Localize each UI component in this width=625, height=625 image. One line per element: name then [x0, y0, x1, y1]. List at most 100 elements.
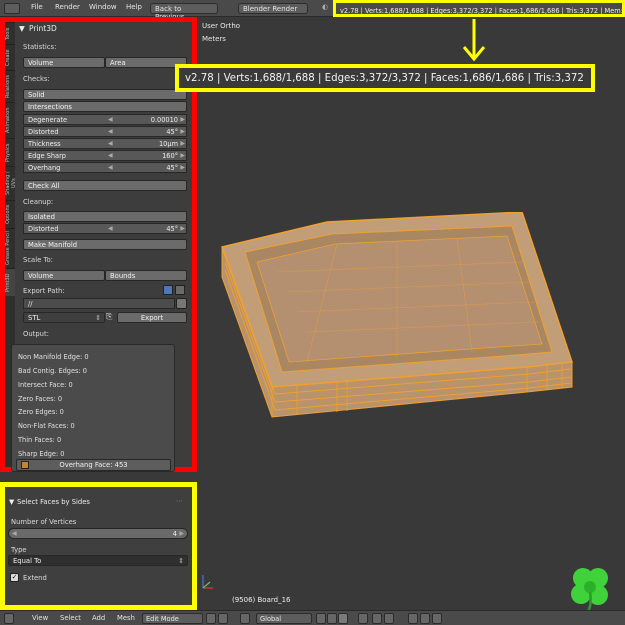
- output-label: Output:: [23, 330, 49, 338]
- mode-dropdown[interactable]: Edit Mode: [142, 613, 203, 624]
- menu-help[interactable]: Help: [126, 3, 142, 11]
- camera-icon[interactable]: [432, 613, 442, 624]
- overhang-field[interactable]: Overhang ◀ 45° ▶: [23, 162, 187, 173]
- increment-arrow-icon[interactable]: ▶: [180, 140, 185, 147]
- decrement-arrow-icon[interactable]: ◀: [12, 530, 17, 537]
- menu-add[interactable]: Add: [92, 614, 105, 622]
- increment-arrow-icon[interactable]: ▶: [180, 128, 185, 135]
- extend-checkbox[interactable]: ✓: [10, 573, 19, 582]
- thickness-field[interactable]: Thickness ◀ 10µm ▶: [23, 138, 187, 149]
- menu-select[interactable]: Select: [60, 614, 81, 622]
- 3d-viewport[interactable]: User Ortho Meters v2.78 | Verts:1,688/1,…: [175, 17, 625, 613]
- edge-select-icon[interactable]: [327, 613, 337, 624]
- tab-shading-uvs[interactable]: Shading / UVs: [5, 166, 17, 200]
- cleanup-label: Cleanup:: [23, 198, 54, 206]
- output-box: Non Manifold Edge: 0 Bad Contig. Edges: …: [11, 344, 175, 472]
- output-line: Bad Contig. Edges: 0: [18, 367, 87, 375]
- type-label: Type: [11, 546, 27, 554]
- menu-file[interactable]: File: [31, 3, 43, 11]
- format-dropdown[interactable]: STL ⇕: [23, 312, 105, 323]
- extend-label: Extend: [23, 574, 47, 582]
- tab-physics[interactable]: Physics: [5, 138, 15, 166]
- output-line: Thin Faces: 0: [18, 436, 62, 444]
- editor-type-icon[interactable]: [4, 3, 20, 14]
- tab-tools[interactable]: Tools: [5, 22, 15, 44]
- manipulator-icon[interactable]: [240, 613, 250, 624]
- check-params: Degenerate ◀ 0.00010 ▶ Distorted ◀ 45° ▶…: [23, 114, 187, 174]
- output-line: Non-Flat Faces: 0: [18, 422, 75, 430]
- decrement-arrow-icon[interactable]: ◀: [108, 116, 113, 123]
- scale-bounds-button[interactable]: Bounds: [105, 270, 187, 281]
- distorted-cleanup-field[interactable]: Distorted ◀ 45° ▶: [23, 223, 187, 234]
- solid-check-button[interactable]: Solid: [23, 89, 187, 100]
- viewport-shading-icon[interactable]: [206, 613, 216, 624]
- tab-animation[interactable]: Animation: [5, 102, 15, 138]
- mesh-model[interactable]: [217, 212, 577, 442]
- isolated-cleanup-button[interactable]: Isolated: [23, 211, 187, 222]
- decrement-arrow-icon[interactable]: ◀: [108, 128, 113, 135]
- scale-to-label: Scale To:: [23, 256, 53, 264]
- panel-collapse-icon[interactable]: ▼: [19, 24, 25, 33]
- proportional-edit-icon[interactable]: [358, 613, 368, 624]
- menu-render[interactable]: Render: [55, 3, 80, 11]
- tab-create[interactable]: Create: [5, 44, 15, 70]
- checks-label: Checks:: [23, 75, 50, 83]
- layers-icon[interactable]: [408, 613, 418, 624]
- type-dropdown[interactable]: Equal To ⇕: [8, 555, 188, 566]
- tab-options[interactable]: Options: [5, 200, 15, 228]
- pivot-point-icon[interactable]: [218, 613, 228, 624]
- export-path-input[interactable]: //: [23, 298, 175, 309]
- increment-arrow-icon[interactable]: ▶: [180, 164, 185, 171]
- editor-type-icon[interactable]: [4, 613, 14, 624]
- scene-stats: v2.78 | Verts:1,688/1,688 | Edges:3,372/…: [333, 0, 625, 17]
- decrement-arrow-icon[interactable]: ◀: [108, 225, 113, 232]
- operator-collapse-icon[interactable]: ▼: [9, 498, 14, 506]
- tab-grease-pencil[interactable]: Grease Pencil: [5, 228, 15, 268]
- increment-arrow-icon[interactable]: ▶: [180, 116, 185, 123]
- distorted-field[interactable]: Distorted ◀ 45° ▶: [23, 126, 187, 137]
- back-to-previous-button[interactable]: Back to Previous: [150, 3, 218, 21]
- dropdown-arrows-icon: ⇕: [178, 557, 184, 565]
- dropdown-arrows-icon: ⇕: [95, 314, 101, 322]
- tab-print3d[interactable]: Print3D: [5, 268, 15, 296]
- make-manifold-button[interactable]: Make Manifold: [23, 239, 187, 250]
- degenerate-field[interactable]: Degenerate ◀ 0.00010 ▶: [23, 114, 187, 125]
- tab-relations[interactable]: Relations: [5, 70, 15, 102]
- vertex-select-icon[interactable]: [316, 613, 326, 624]
- volume-stat-button[interactable]: Volume: [23, 57, 105, 68]
- check-all-button[interactable]: Check All: [23, 180, 187, 191]
- export-button[interactable]: Export: [117, 312, 187, 323]
- menu-mesh[interactable]: Mesh: [117, 614, 135, 622]
- output-line: Zero Edges: 0: [18, 408, 64, 416]
- decrement-arrow-icon[interactable]: ◀: [108, 140, 113, 147]
- decrement-arrow-icon[interactable]: ◀: [108, 152, 113, 159]
- render-engine-dropdown[interactable]: Blender Render: [238, 3, 308, 14]
- increment-arrow-icon[interactable]: ▶: [179, 530, 184, 537]
- browse-folder-icon[interactable]: [163, 285, 173, 295]
- face-select-icon[interactable]: [338, 613, 348, 624]
- output-line: Zero Faces: 0: [18, 395, 63, 403]
- save-file-icon[interactable]: [175, 285, 185, 295]
- menu-view[interactable]: View: [32, 614, 48, 622]
- units-label: Meters: [202, 35, 226, 43]
- num-vertices-field[interactable]: ◀ 4 ▶: [8, 528, 188, 539]
- file-browser-icon[interactable]: [176, 298, 187, 309]
- render-preview-icon[interactable]: [420, 613, 430, 624]
- view-name: User Ortho: [202, 22, 241, 30]
- increment-arrow-icon[interactable]: ▶: [180, 152, 185, 159]
- overhang-face-button[interactable]: Overhang Face: 453: [16, 459, 171, 471]
- intersections-check-button[interactable]: Intersections: [23, 101, 187, 112]
- menu-window[interactable]: Window: [89, 3, 117, 11]
- drag-handle-icon[interactable]: ⋯: [176, 497, 183, 505]
- snap-icon[interactable]: [372, 613, 382, 624]
- top-menu-bar: File Render Window Help Back to Previous…: [0, 0, 625, 21]
- decrement-arrow-icon[interactable]: ◀: [108, 164, 113, 171]
- increment-arrow-icon[interactable]: ▶: [180, 225, 185, 232]
- viewport-header: View Select Add Mesh Edit Mode Global: [0, 610, 625, 625]
- orientation-dropdown[interactable]: Global: [256, 613, 312, 624]
- snap-target-icon[interactable]: [384, 613, 394, 624]
- scale-volume-button[interactable]: Volume: [23, 270, 105, 281]
- edge-sharp-field[interactable]: Edge Sharp ◀ 160° ▶: [23, 150, 187, 161]
- select-faces-icon: [21, 461, 29, 469]
- export-path-label: Export Path:: [23, 287, 65, 295]
